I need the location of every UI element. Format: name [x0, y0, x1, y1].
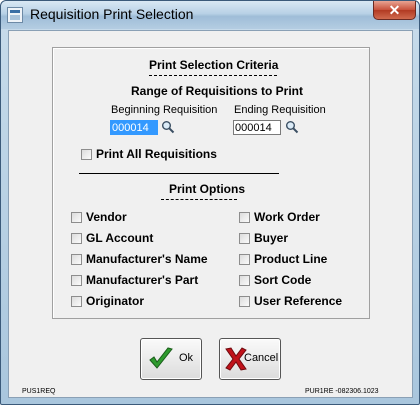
cancel-button-label: Cancel — [244, 352, 279, 364]
app-icon — [7, 7, 23, 23]
user-reference-label: User Reference — [254, 294, 343, 308]
buyer-label: Buyer — [254, 231, 289, 245]
criteria-heading: Print Selection Criteria — [149, 58, 279, 72]
program-id-right: PUR1RE -082306.1023 — [305, 388, 379, 395]
originator-checkbox[interactable] — [71, 296, 82, 307]
sort-code-label: Sort Code — [254, 273, 312, 287]
criteria-underline — [149, 75, 277, 76]
dialog-body: Print Selection Criteria Range of Requis… — [8, 30, 413, 398]
buyer-checkbox[interactable] — [239, 233, 250, 244]
title-bar[interactable]: Requisition Print Selection ✕ — [1, 1, 419, 29]
manufacturers-part-label: Manufacturer's Part — [86, 273, 199, 287]
ending-lookup-search-icon[interactable] — [285, 120, 299, 134]
manufacturers-name-checkbox[interactable] — [71, 254, 82, 265]
ending-requisition-label: Ending Requisition — [234, 104, 326, 116]
sort-code-checkbox[interactable] — [239, 275, 250, 286]
options-underline — [161, 199, 237, 200]
checkmark-icon — [149, 347, 173, 369]
print-all-checkbox[interactable] — [81, 149, 92, 160]
cancel-button[interactable]: Cancel — [219, 338, 281, 380]
close-icon: ✕ — [388, 2, 401, 18]
manufacturers-name-label: Manufacturer's Name — [86, 252, 208, 266]
manufacturers-part-checkbox[interactable] — [71, 275, 82, 286]
originator-label: Originator — [86, 294, 145, 308]
work-order-label: Work Order — [254, 210, 320, 224]
work-order-checkbox[interactable] — [239, 212, 250, 223]
print-selection-panel: Print Selection Criteria Range of Requis… — [52, 47, 370, 319]
ending-requisition-input[interactable]: 000014 — [233, 120, 281, 135]
product-line-checkbox[interactable] — [239, 254, 250, 265]
beginning-lookup-search-icon[interactable] — [161, 120, 175, 134]
range-heading: Range of Requisitions to Print — [131, 84, 304, 98]
vendor-checkbox[interactable] — [71, 212, 82, 223]
vendor-label: Vendor — [86, 210, 127, 224]
product-line-label: Product Line — [254, 252, 328, 266]
section-divider — [79, 173, 279, 174]
gl-account-label: GL Account — [86, 231, 154, 245]
print-all-label: Print All Requisitions — [96, 147, 217, 161]
user-reference-checkbox[interactable] — [239, 296, 250, 307]
requisition-print-window: Requisition Print Selection ✕ Print Sele… — [0, 0, 420, 405]
ok-button[interactable]: Ok — [140, 338, 202, 380]
ok-button-label: Ok — [179, 352, 194, 364]
options-heading: Print Options — [169, 182, 245, 196]
beginning-requisition-input[interactable]: 000014 — [110, 120, 158, 135]
close-button[interactable]: ✕ — [373, 1, 416, 20]
window-title: Requisition Print Selection — [30, 6, 194, 22]
beginning-requisition-label: Beginning Requisition — [111, 104, 218, 116]
gl-account-checkbox[interactable] — [71, 233, 82, 244]
program-id-left: PUS1REQ — [22, 388, 56, 395]
